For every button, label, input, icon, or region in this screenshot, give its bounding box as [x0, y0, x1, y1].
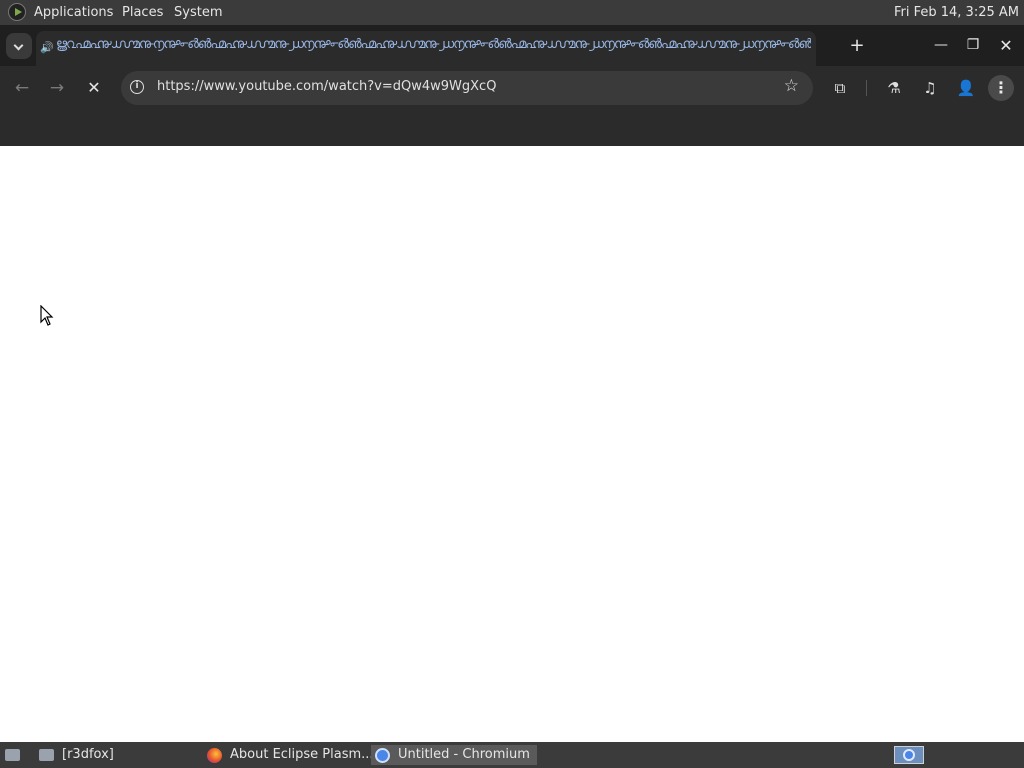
bookmark-star-icon[interactable]: ☆	[784, 76, 799, 96]
extensions-icon[interactable]: ⧉	[830, 78, 850, 98]
forward-button[interactable]: →	[43, 74, 71, 102]
media-controls-icon[interactable]: ♫	[920, 78, 940, 98]
taskbar-item-eclipse[interactable]: About Eclipse Plasm...	[202, 745, 374, 765]
taskbar-item-label: [r3dfox]	[62, 747, 114, 762]
places-menu[interactable]: Places	[122, 0, 163, 25]
speaker-icon[interactable]: 🔊	[40, 41, 54, 54]
tab-search-button[interactable]	[6, 33, 32, 59]
desktop-icon	[5, 749, 20, 761]
folder-icon	[39, 749, 54, 761]
show-desktop-button[interactable]	[2, 745, 24, 765]
site-info-icon[interactable]: i	[130, 80, 144, 94]
page-content[interactable]	[0, 146, 1024, 742]
taskbar-item-label: About Eclipse Plasm...	[230, 747, 374, 762]
taskbar-item-label: Untitled - Chromium	[398, 747, 530, 762]
active-tab[interactable]: 🔊 ൠ൨൶൷൸൹൱൲൳൴൵൶൷൸൹൰൱൲൳൴൵൶൷൸൹൰൱൲൳൴൵൶൷൸൹൰൱൲…	[36, 31, 816, 66]
distro-logo-icon[interactable]	[8, 3, 26, 21]
toolbar-divider	[866, 80, 867, 96]
stop-loading-button[interactable]: ✕	[80, 74, 108, 102]
address-bar[interactable]: i https://www.youtube.com/watch?v=dQw4w9…	[121, 71, 813, 105]
taskbar-item-r3dfox[interactable]: [r3dfox]	[34, 745, 198, 765]
browser-toolbar: ← → ✕ i https://www.youtube.com/watch?v=…	[0, 66, 1024, 110]
url-text[interactable]: https://www.youtube.com/watch?v=dQw4w9Wg…	[157, 79, 496, 94]
new-tab-button[interactable]: +	[842, 25, 872, 66]
system-menu[interactable]: System	[174, 0, 222, 25]
profile-icon[interactable]: 👤	[956, 78, 976, 98]
bottom-taskbar: [r3dfox] About Eclipse Plasm... Untitled…	[0, 742, 1024, 768]
tray-chromium-icon[interactable]	[894, 746, 924, 764]
tab-strip: 🔊 ൠ൨൶൷൸൹൱൲൳൴൵൶൷൸൹൰൱൲൳൴൵൶൷൸൹൰൱൲൳൴൵൶൷൸൹൰൱൲…	[0, 25, 1024, 66]
firefox-icon	[207, 748, 222, 763]
mouse-cursor-icon	[40, 305, 54, 326]
labs-flask-icon[interactable]: ⚗	[884, 78, 904, 98]
chromium-icon	[375, 748, 390, 763]
bookmarks-bar	[0, 110, 1024, 146]
browser-menu-button[interactable]: ⋮	[988, 75, 1014, 101]
maximize-button[interactable]: ❐	[958, 25, 988, 66]
tab-title: ൠ൨൶൷൸൹൱൲൳൴൵൶൷൸൹൰൱൲൳൴൵൶൷൸൹൰൱൲൳൴൵൶൷൸൹൰൱൲൳൴…	[56, 37, 811, 52]
minimize-button[interactable]: —	[926, 25, 956, 66]
back-button[interactable]: ←	[8, 74, 36, 102]
close-window-button[interactable]: ✕	[991, 25, 1021, 66]
taskbar-item-chromium[interactable]: Untitled - Chromium	[371, 745, 537, 765]
applications-menu[interactable]: Applications	[34, 0, 113, 25]
clock[interactable]: Fri Feb 14, 3:25 AM	[894, 0, 1019, 25]
top-panel: Applications Places System Fri Feb 14, 3…	[0, 0, 1024, 25]
